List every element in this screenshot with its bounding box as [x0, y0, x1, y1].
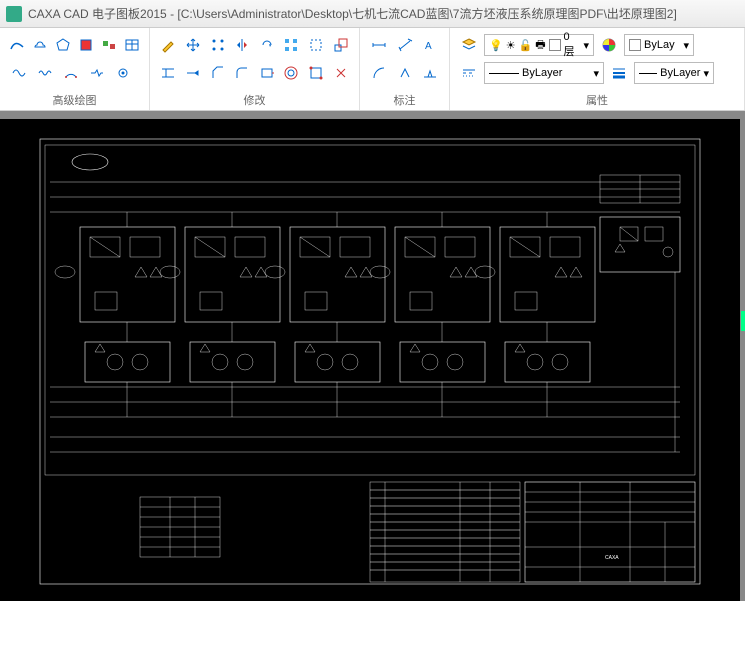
layer-color-swatch — [549, 39, 561, 51]
svg-text:CAXA: CAXA — [605, 555, 619, 561]
break-tool[interactable] — [86, 62, 108, 84]
colorwheel-button[interactable] — [598, 34, 620, 56]
dim-weld-tool[interactable] — [419, 62, 441, 84]
linetype-preview — [489, 73, 519, 74]
move-tool[interactable] — [183, 34, 204, 56]
dim-text-tool[interactable]: A — [419, 34, 441, 56]
array-tool[interactable] — [207, 34, 228, 56]
linetype-button[interactable] — [458, 62, 480, 84]
lineweight-button[interactable] — [608, 62, 630, 84]
edit-tool[interactable] — [306, 62, 327, 84]
polygon-tool[interactable] — [54, 34, 73, 56]
window-title: CAXA CAD 电子图板2015 - [C:\Users\Administra… — [28, 5, 677, 22]
group-label-modify: 修改 — [158, 90, 351, 108]
light-icon: 💡 — [489, 39, 503, 52]
color-combo[interactable]: ByLay ▾ — [624, 34, 694, 56]
table-tool[interactable] — [122, 34, 141, 56]
cad-drawing: CAXA — [20, 127, 720, 593]
dim-arc-tool[interactable] — [368, 62, 390, 84]
snap-tool[interactable] — [306, 34, 327, 56]
spline-tool[interactable] — [8, 62, 30, 84]
ribbon-group-properties: 💡 ☀ 🔓 🖶 0层 ▾ ByLay ▾ — [450, 28, 745, 110]
app-name: CAXA CAD 电子图板2015 — [28, 7, 167, 21]
arc3-tool[interactable] — [60, 62, 82, 84]
ribbon-group-advanced-draw: 高级绘图 — [0, 28, 150, 110]
ribbon-group-modify: 修改 — [150, 28, 360, 110]
stretch-tool[interactable] — [257, 62, 278, 84]
lock-icon: 🔓 — [519, 39, 533, 52]
lineweight-combo[interactable]: ByLayer ▾ — [634, 62, 714, 84]
extend-tool[interactable] — [183, 62, 204, 84]
cloud-tool[interactable] — [31, 34, 50, 56]
mirror-tool[interactable] — [232, 34, 253, 56]
color-value: ByLay — [644, 39, 675, 51]
chevron-down-icon: ▾ — [583, 39, 589, 52]
lineweight-value: ByLayer — [660, 67, 700, 79]
color-swatch — [629, 39, 641, 51]
curve-tool[interactable] — [8, 34, 27, 56]
wave-tool[interactable] — [34, 62, 56, 84]
title-bar: CAXA CAD 电子图板2015 - [C:\Users\Administra… — [0, 0, 745, 28]
fillet-tool[interactable] — [232, 62, 253, 84]
document-path: [C:\Users\Administrator\Desktop\七机七流CAD蓝… — [177, 7, 676, 21]
svg-text:A: A — [425, 41, 432, 52]
group-label-annotate: 标注 — [368, 90, 441, 108]
grid-tool[interactable] — [281, 34, 302, 56]
offset-tool[interactable] — [281, 62, 302, 84]
chevron-down-icon: ▾ — [683, 39, 689, 52]
dim-horizontal-tool[interactable] — [368, 34, 390, 56]
app-icon — [6, 6, 22, 22]
ribbon: 高级绘图 — [0, 28, 745, 111]
lineweight-preview — [639, 73, 657, 74]
explode-tool[interactable] — [330, 62, 351, 84]
rotate-tool[interactable] — [257, 34, 278, 56]
block-tool[interactable] — [99, 34, 118, 56]
fill-tool[interactable] — [76, 34, 95, 56]
ruler-marker — [741, 311, 745, 331]
canvas-area: CAXA — [0, 111, 745, 601]
chamfer-tool[interactable] — [207, 62, 228, 84]
layers-button[interactable] — [458, 34, 480, 56]
dim-align-tool[interactable] — [394, 34, 416, 56]
print-icon: 🖶 — [535, 36, 545, 55]
scale-tool[interactable] — [330, 34, 351, 56]
gear-tool[interactable] — [112, 62, 134, 84]
drawing-canvas[interactable]: CAXA — [0, 119, 740, 601]
pencil-tool[interactable] — [158, 34, 179, 56]
group-label-advanced-draw: 高级绘图 — [8, 90, 141, 108]
sun-icon: ☀ — [506, 39, 516, 52]
layer-name: 0层 — [564, 31, 581, 59]
chevron-down-icon: ▾ — [593, 67, 599, 80]
linetype-combo[interactable]: ByLayer ▾ — [484, 62, 604, 84]
dim-roughness-tool[interactable] — [394, 62, 416, 84]
linetype-value: ByLayer — [522, 67, 562, 79]
ribbon-group-annotate: A 标注 — [360, 28, 450, 110]
trim-tool[interactable] — [158, 62, 179, 84]
layer-combo[interactable]: 💡 ☀ 🔓 🖶 0层 ▾ — [484, 34, 594, 56]
chevron-down-icon: ▾ — [703, 67, 709, 80]
group-label-properties: 属性 — [458, 90, 736, 108]
